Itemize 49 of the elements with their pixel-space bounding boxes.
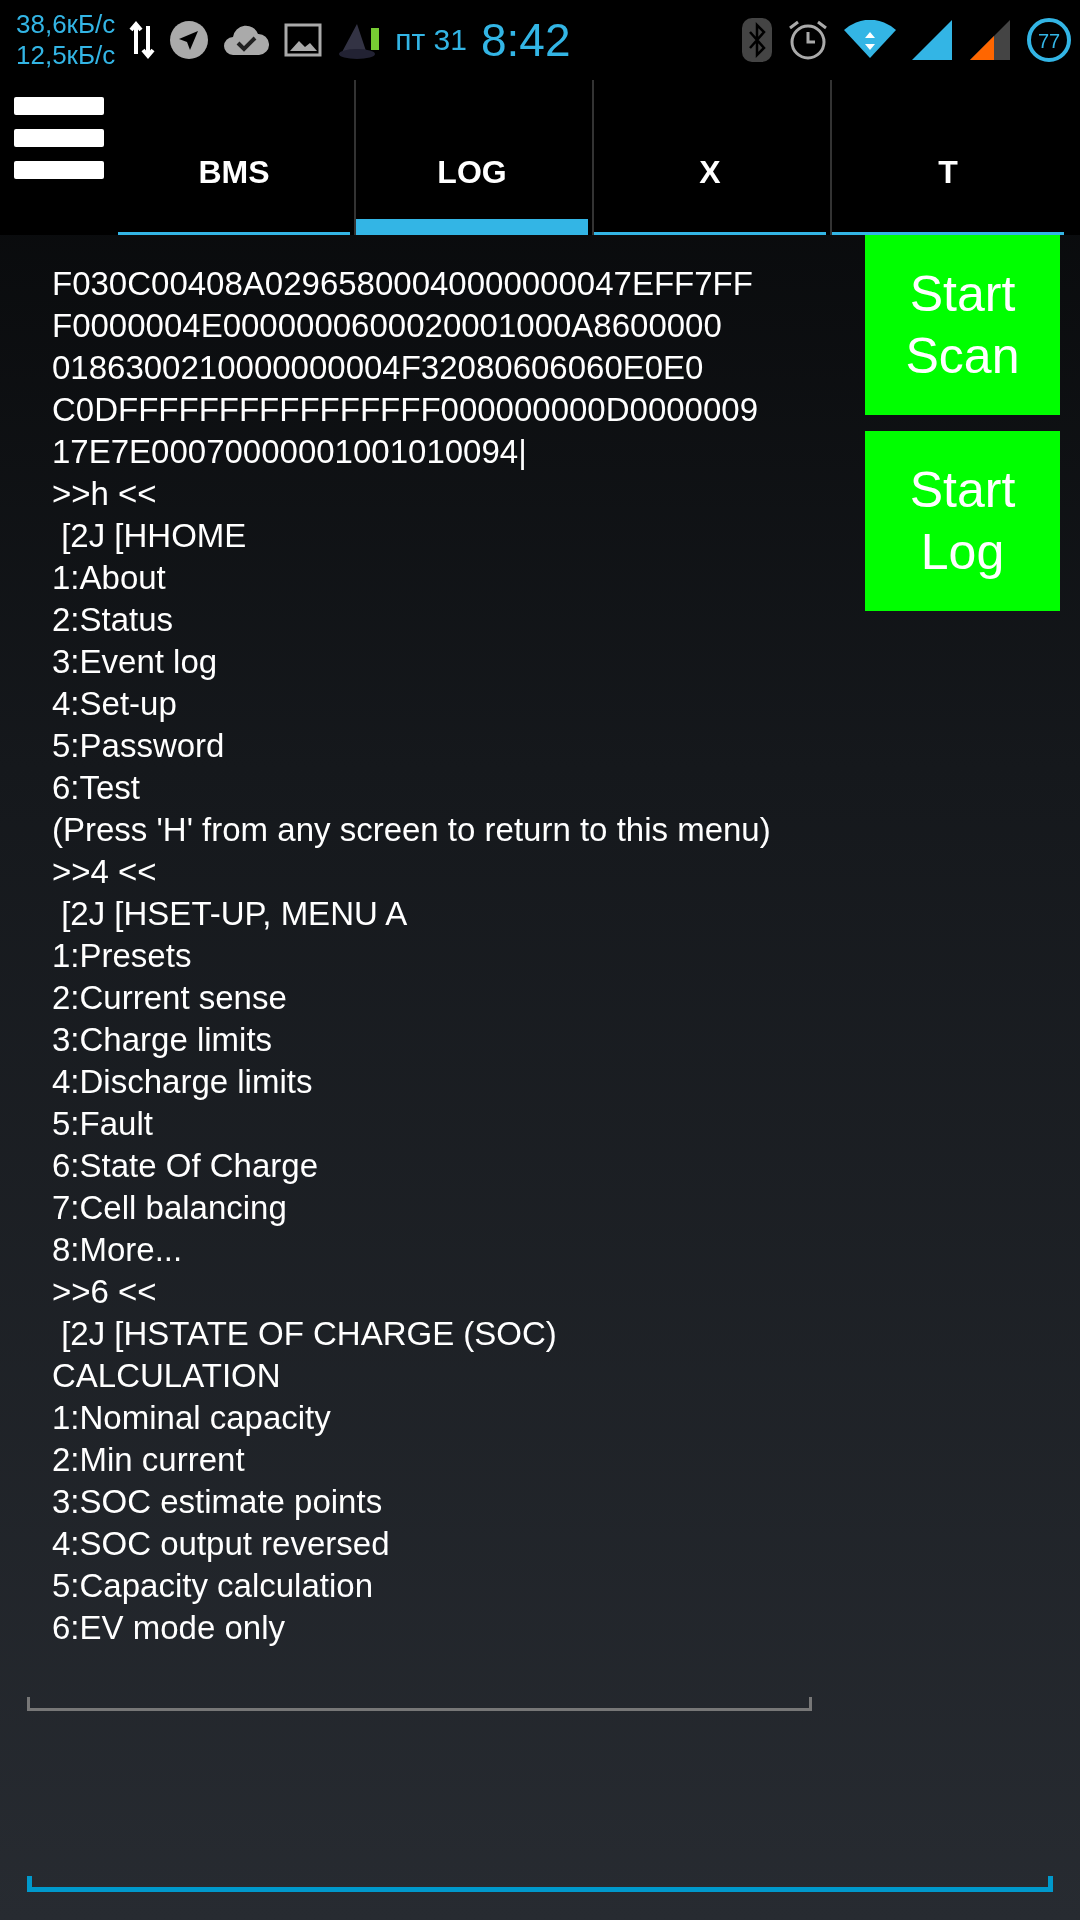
log-line: F030C00408A02965800040000000047EFF7FF bbox=[52, 264, 754, 304]
log-line: 6:Test bbox=[52, 768, 142, 808]
log-line: 5:Capacity calculation bbox=[52, 1566, 374, 1606]
log-line: 3:Event log bbox=[52, 642, 219, 682]
log-line: 5:Fault bbox=[52, 1104, 154, 1144]
bluetooth-icon bbox=[742, 18, 772, 62]
log-line: 3:Charge limits bbox=[52, 1020, 274, 1060]
log-line: 8:More... bbox=[52, 1230, 184, 1270]
log-line: [2J [HSET-UP, MENU A bbox=[60, 894, 409, 934]
log-line: C0DFFFFFFFFFFFFFFFF000000000D0000009 bbox=[52, 390, 760, 430]
download-speed: 12,5кБ/с bbox=[16, 40, 116, 71]
log-line: [2J [HHOME bbox=[60, 516, 248, 556]
wifi-icon bbox=[844, 20, 896, 60]
log-line: 6:EV mode only bbox=[52, 1608, 286, 1648]
log-line: 2:Current sense bbox=[52, 978, 288, 1018]
log-line: 2:Status bbox=[52, 600, 175, 640]
log-line: 3:SOC estimate points bbox=[52, 1482, 384, 1522]
date-text: пт 31 bbox=[395, 23, 467, 57]
log-line: 4:Discharge limits bbox=[52, 1062, 314, 1102]
upload-speed: 38,6кБ/с bbox=[16, 9, 116, 40]
log-line: 1:Nominal capacity bbox=[52, 1398, 332, 1438]
log-line: (Press 'H' from any screen to return to this menu) bbox=[52, 810, 772, 850]
data-transfer-icon bbox=[129, 20, 156, 60]
log-line: 0186300210000000004F32080606060E0E0 bbox=[52, 348, 705, 388]
log-line: >>h << bbox=[52, 474, 158, 514]
log-line: 17E7E00070000001001010094| bbox=[52, 432, 528, 472]
log-line: 6:State Of Charge bbox=[52, 1146, 319, 1186]
log-line: >>4 << bbox=[52, 852, 158, 892]
log-line: [2J [HSTATE OF CHARGE (SOC) CALCULATION bbox=[52, 1314, 558, 1396]
signal-icon bbox=[910, 18, 954, 62]
log-line: 5:Password bbox=[52, 726, 226, 766]
navigation-icon bbox=[169, 20, 210, 60]
cloud-check-icon bbox=[223, 23, 270, 57]
tab[interactable]: LOG bbox=[354, 80, 588, 235]
log-line: 7:Cell balancing bbox=[52, 1188, 288, 1228]
log-line: 1:About bbox=[52, 558, 167, 598]
log-line: 1:Presets bbox=[52, 936, 193, 976]
input-field[interactable] bbox=[27, 1876, 1053, 1892]
clock-text: 8:42 bbox=[480, 13, 571, 67]
battery-ring-icon: 77 bbox=[1026, 17, 1072, 63]
log-line: 4:SOC output reversed bbox=[52, 1524, 391, 1564]
log-line: 2:Min current bbox=[52, 1440, 246, 1480]
log-line: >>6 << bbox=[52, 1272, 158, 1312]
input-field[interactable] bbox=[27, 1697, 812, 1711]
tab[interactable]: BMS bbox=[118, 80, 350, 235]
tab[interactable]: X bbox=[592, 80, 826, 235]
log-line: F0000004E0000000600020001000A8600000 bbox=[52, 306, 723, 346]
signal-icon bbox=[968, 18, 1012, 62]
log-line: 4:Set-up bbox=[52, 684, 178, 724]
